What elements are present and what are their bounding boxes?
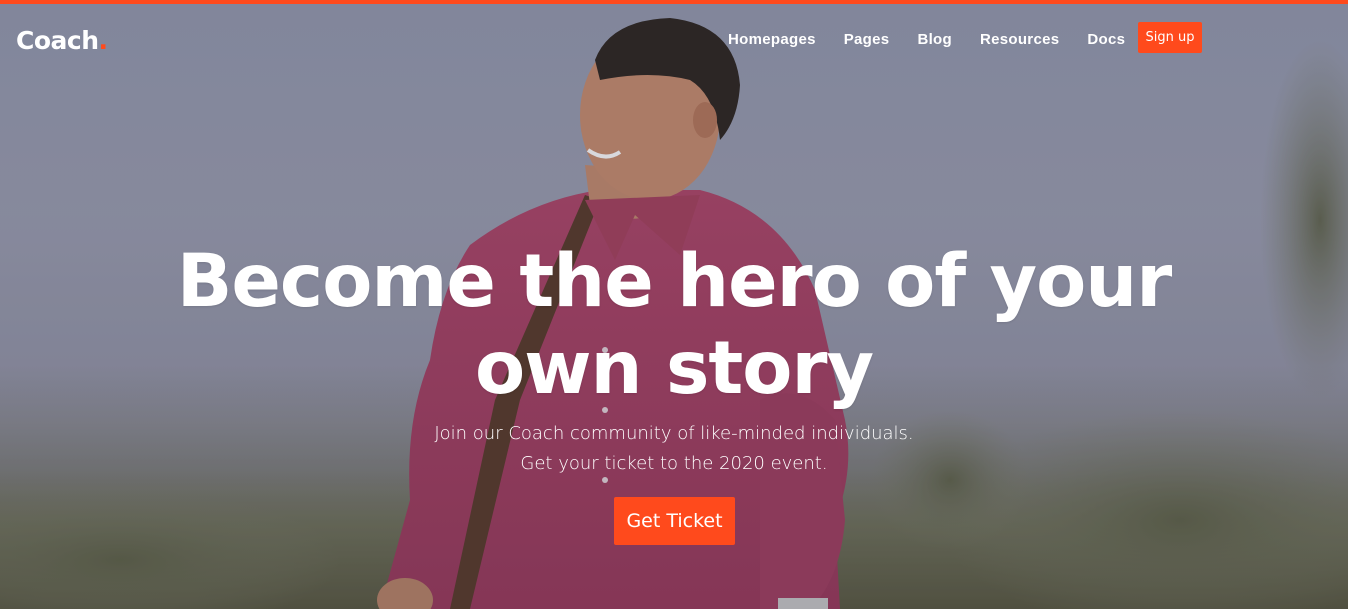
- brand-name: Coach: [16, 26, 99, 55]
- hero-subtitle: Join our Coach community of like-minded …: [0, 419, 1348, 479]
- nav-item-docs[interactable]: Docs: [1087, 31, 1125, 48]
- hero-title: Become the hero of your own story: [0, 238, 1348, 412]
- landing-page: Coach. Homepages Pages Blog Resources Do…: [0, 0, 1348, 609]
- nav-item-resources[interactable]: Resources: [980, 31, 1059, 48]
- nav-item-pages[interactable]: Pages: [844, 31, 890, 48]
- nav-item-homepages[interactable]: Homepages: [728, 31, 816, 48]
- top-accent-bar: [0, 0, 1348, 4]
- brand-logo-dot: .: [98, 26, 109, 55]
- get-ticket-button[interactable]: Get Ticket: [614, 497, 735, 545]
- main-navigation: Homepages Pages Blog Resources Docs: [728, 31, 1153, 48]
- nav-item-blog[interactable]: Blog: [917, 31, 952, 48]
- hero-subtitle-line-1: Join our Coach community of like-minded …: [434, 423, 914, 444]
- hero-subtitle-line-2: Get your ticket to the 2020 event.: [520, 453, 828, 474]
- signup-button[interactable]: Sign up: [1138, 22, 1202, 53]
- hero-title-line-1: Become the hero of your: [176, 239, 1172, 324]
- brand-logo[interactable]: Coach.: [16, 26, 108, 55]
- hero-title-line-2: own story: [474, 326, 874, 411]
